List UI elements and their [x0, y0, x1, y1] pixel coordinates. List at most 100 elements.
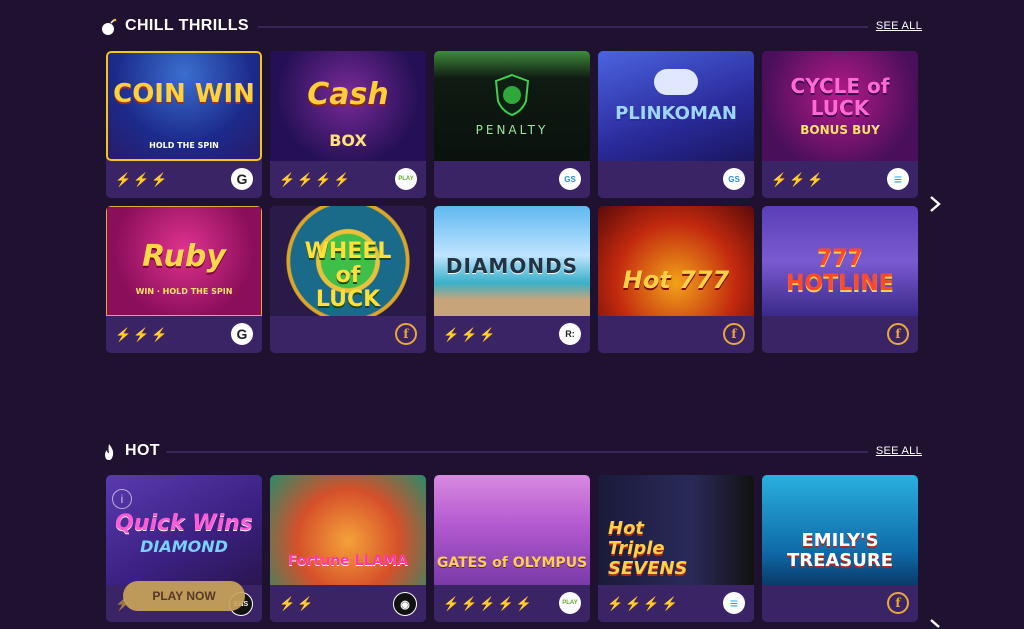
section-title: HOT	[125, 442, 160, 459]
game-card-footer: ⚡⚡⚡ G	[106, 316, 262, 353]
volatility-bolts: ⚡⚡⚡	[115, 327, 170, 342]
game-art-title: Cash	[307, 77, 389, 112]
game-art-title: Quick Wins	[115, 511, 253, 536]
game-card[interactable]: COIN WIN HOLD THE SPIN ⚡⚡⚡ G	[106, 51, 262, 198]
game-thumbnail[interactable]: Fortune LLAMA	[270, 475, 426, 585]
game-art-title: GATES of OLYMPUS	[436, 555, 588, 571]
game-art-title: Fortune LLAMA	[288, 553, 408, 569]
game-card[interactable]: PENALTY GS	[434, 51, 590, 198]
provider-logo: f	[887, 323, 909, 345]
game-card[interactable]: CYCLE of LUCK BONUS BUY ⚡⚡⚡ ≡	[762, 51, 918, 198]
provider-logo: ≡	[887, 168, 909, 190]
provider-logo: GS	[559, 168, 581, 190]
provider-logo: f	[723, 323, 745, 345]
volatility-bolts: ⚡⚡⚡⚡	[607, 596, 680, 611]
game-art-title: Hot 777	[622, 266, 730, 294]
bomb-icon	[102, 18, 117, 35]
game-card-footer: GS	[434, 161, 590, 198]
section-hot: HOT SEE ALL i Quick Wins DIAMOND ⚡ ENS P…	[100, 440, 940, 629]
game-art-subtitle: HOLD THE SPIN	[149, 141, 219, 150]
game-card[interactable]: Ruby WIN · HOLD THE SPIN ⚡⚡⚡ G	[106, 206, 262, 353]
game-card-footer: ⚡⚡⚡⚡ ≡	[598, 585, 754, 622]
game-card[interactable]: 777 HOTLINE f	[762, 206, 918, 353]
game-card[interactable]: GATES of OLYMPUS ⚡⚡⚡⚡⚡ PLAY	[434, 475, 590, 622]
volatility-bolts: ⚡⚡⚡⚡	[279, 172, 352, 187]
game-card-footer: ⚡⚡⚡ ≡	[762, 161, 918, 198]
game-card-footer: f	[762, 316, 918, 353]
game-art-title: EMILY'S TREASURE	[786, 530, 894, 571]
game-card-footer: f	[762, 585, 918, 622]
chevron-right-icon[interactable]	[928, 195, 942, 213]
game-thumbnail[interactable]: GATES of OLYMPUS	[434, 475, 590, 585]
game-thumbnail[interactable]: WHEEL of LUCK	[270, 206, 426, 316]
chevron-right-icon[interactable]	[928, 618, 942, 629]
game-thumbnail[interactable]: PLINKOMAN	[598, 51, 754, 161]
section-chill-thrills: CHILL THRILLS SEE ALL COIN WIN HOLD THE …	[100, 15, 941, 355]
game-art-subtitle: DIAMOND	[140, 537, 228, 556]
section-header: HOT SEE ALL	[100, 440, 922, 464]
volatility-bolts: ⚡⚡⚡	[771, 172, 826, 187]
game-card[interactable]: Fortune LLAMA ⚡⚡ ◉	[270, 475, 426, 622]
game-thumbnail[interactable]: Hot 777	[598, 206, 754, 316]
provider-logo: G	[231, 323, 253, 345]
game-art-title: Hot Triple SEVENS	[608, 518, 688, 579]
game-card-footer: ⚡⚡⚡ G	[106, 161, 262, 198]
game-thumbnail[interactable]: COIN WIN HOLD THE SPIN	[106, 51, 262, 161]
flame-icon	[105, 444, 114, 460]
game-thumbnail[interactable]: PENALTY	[434, 51, 590, 161]
game-art-title: 777 HOTLINE	[786, 246, 894, 296]
game-card-footer: f	[270, 316, 426, 353]
see-all-link[interactable]: SEE ALL	[876, 20, 922, 32]
game-card[interactable]: PLINKOMAN GS	[598, 51, 754, 198]
game-card[interactable]: Hot Triple SEVENS ⚡⚡⚡⚡ ≡	[598, 475, 754, 622]
cloud-shape	[654, 69, 698, 95]
game-card[interactable]: i Quick Wins DIAMOND ⚡ ENS PLAY NOW	[106, 475, 262, 622]
game-art-subtitle: WIN · HOLD THE SPIN	[135, 287, 233, 296]
game-art-title: PLINKOMAN	[615, 103, 737, 124]
provider-logo: G	[231, 168, 253, 190]
game-thumbnail[interactable]: Hot Triple SEVENS	[598, 475, 754, 585]
game-art-subtitle: BONUS BUY	[800, 123, 880, 137]
game-card-footer: GS	[598, 161, 754, 198]
provider-logo: GS	[723, 168, 745, 190]
section-divider	[166, 451, 868, 453]
game-art-title: CYCLE of LUCK	[790, 74, 890, 120]
game-card-footer: ⚡⚡⚡⚡⚡ PLAY	[434, 585, 590, 622]
provider-logo: PLAY	[395, 168, 417, 190]
provider-logo: f	[887, 592, 909, 614]
game-thumbnail[interactable]: DIAMONDS	[434, 206, 590, 316]
provider-logo: ≡	[723, 592, 745, 614]
section-title: CHILL THRILLS	[125, 17, 250, 34]
info-icon[interactable]: i	[112, 489, 132, 509]
provider-logo: ◉	[393, 592, 417, 616]
play-now-button[interactable]: PLAY NOW	[123, 581, 245, 611]
game-thumbnail[interactable]: Ruby WIN · HOLD THE SPIN	[106, 206, 262, 316]
game-thumbnail[interactable]: Cash BOX	[270, 51, 426, 161]
game-art-subtitle: BOX	[329, 131, 367, 150]
section-divider	[258, 26, 868, 28]
game-card-footer: ⚡⚡ ◉	[270, 585, 426, 622]
provider-logo: f	[395, 323, 417, 345]
game-thumbnail[interactable]: 777 HOTLINE	[762, 206, 918, 316]
game-card[interactable]: Hot 777 f	[598, 206, 754, 353]
game-thumbnail[interactable]: i Quick Wins DIAMOND	[106, 475, 262, 585]
game-card-footer: ⚡⚡⚡ R:	[434, 316, 590, 353]
game-art-title: COIN WIN	[113, 79, 255, 109]
game-card[interactable]: Cash BOX ⚡⚡⚡⚡ PLAY	[270, 51, 426, 198]
game-art-title: WHEEL of LUCK	[304, 239, 392, 312]
section-header: CHILL THRILLS SEE ALL	[100, 15, 922, 39]
volatility-bolts: ⚡⚡⚡	[443, 327, 498, 342]
shield-icon	[494, 73, 530, 117]
game-card-footer: f	[598, 316, 754, 353]
provider-logo: PLAY	[559, 592, 581, 614]
see-all-link[interactable]: SEE ALL	[876, 445, 922, 457]
game-card[interactable]: EMILY'S TREASURE f	[762, 475, 918, 622]
volatility-bolts: ⚡⚡⚡	[115, 172, 170, 187]
provider-logo: R:	[559, 323, 581, 345]
game-thumbnail[interactable]: EMILY'S TREASURE	[762, 475, 918, 585]
volatility-bolts: ⚡⚡	[279, 596, 316, 611]
game-card[interactable]: WHEEL of LUCK f	[270, 206, 426, 353]
game-card-footer: ⚡⚡⚡⚡ PLAY	[270, 161, 426, 198]
game-card[interactable]: DIAMONDS ⚡⚡⚡ R:	[434, 206, 590, 353]
game-thumbnail[interactable]: CYCLE of LUCK BONUS BUY	[762, 51, 918, 161]
